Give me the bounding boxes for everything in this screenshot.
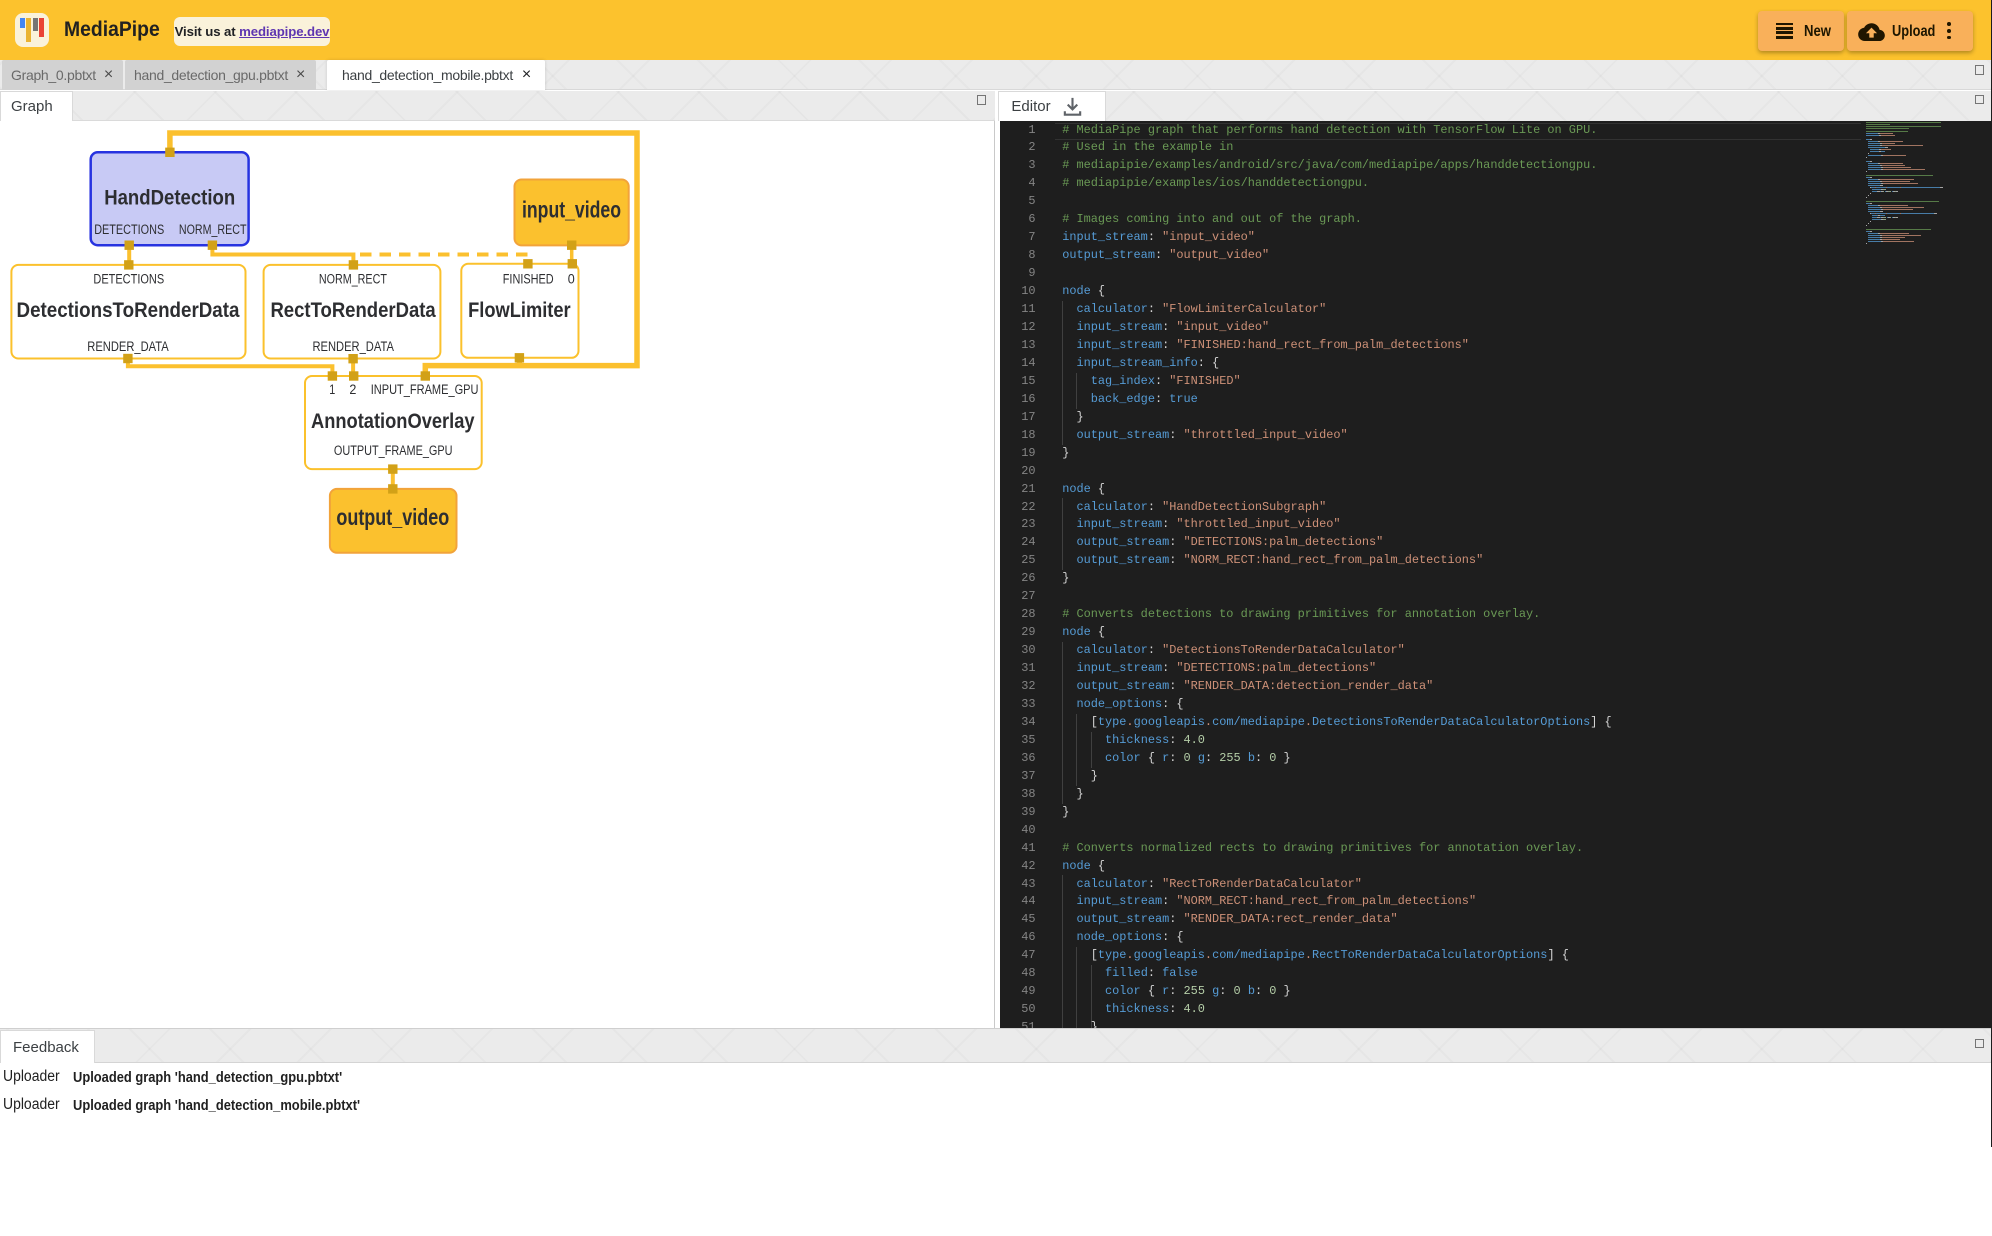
svg-text:RENDER_DATA: RENDER_DATA [87,339,168,354]
svg-text:input_video: input_video [522,197,621,223]
svg-text:DETECTIONS: DETECTIONS [93,272,164,287]
svg-text:FINISHED: FINISHED [503,272,554,287]
svg-text:RENDER_DATA: RENDER_DATA [313,339,394,354]
svg-text:DetectionsToRenderData: DetectionsToRenderData [17,298,241,322]
svg-text:NORM_RECT: NORM_RECT [319,272,387,287]
svg-text:output_video: output_video [336,504,449,530]
svg-text:0: 0 [568,272,575,287]
svg-text:1: 1 [329,382,335,397]
svg-text:FlowLimiter: FlowLimiter [468,298,571,322]
svg-text:AnnotationOverlay: AnnotationOverlay [311,409,475,433]
svg-text:HandDetection: HandDetection [104,185,235,209]
svg-text:2: 2 [349,382,356,397]
svg-text:RectToRenderData: RectToRenderData [270,298,436,322]
svg-text:OUTPUT_FRAME_GPU: OUTPUT_FRAME_GPU [334,443,453,458]
svg-text:NORM_RECT: NORM_RECT [179,222,247,237]
svg-text:INPUT_FRAME_GPU: INPUT_FRAME_GPU [371,382,479,397]
svg-text:DETECTIONS: DETECTIONS [94,222,164,237]
